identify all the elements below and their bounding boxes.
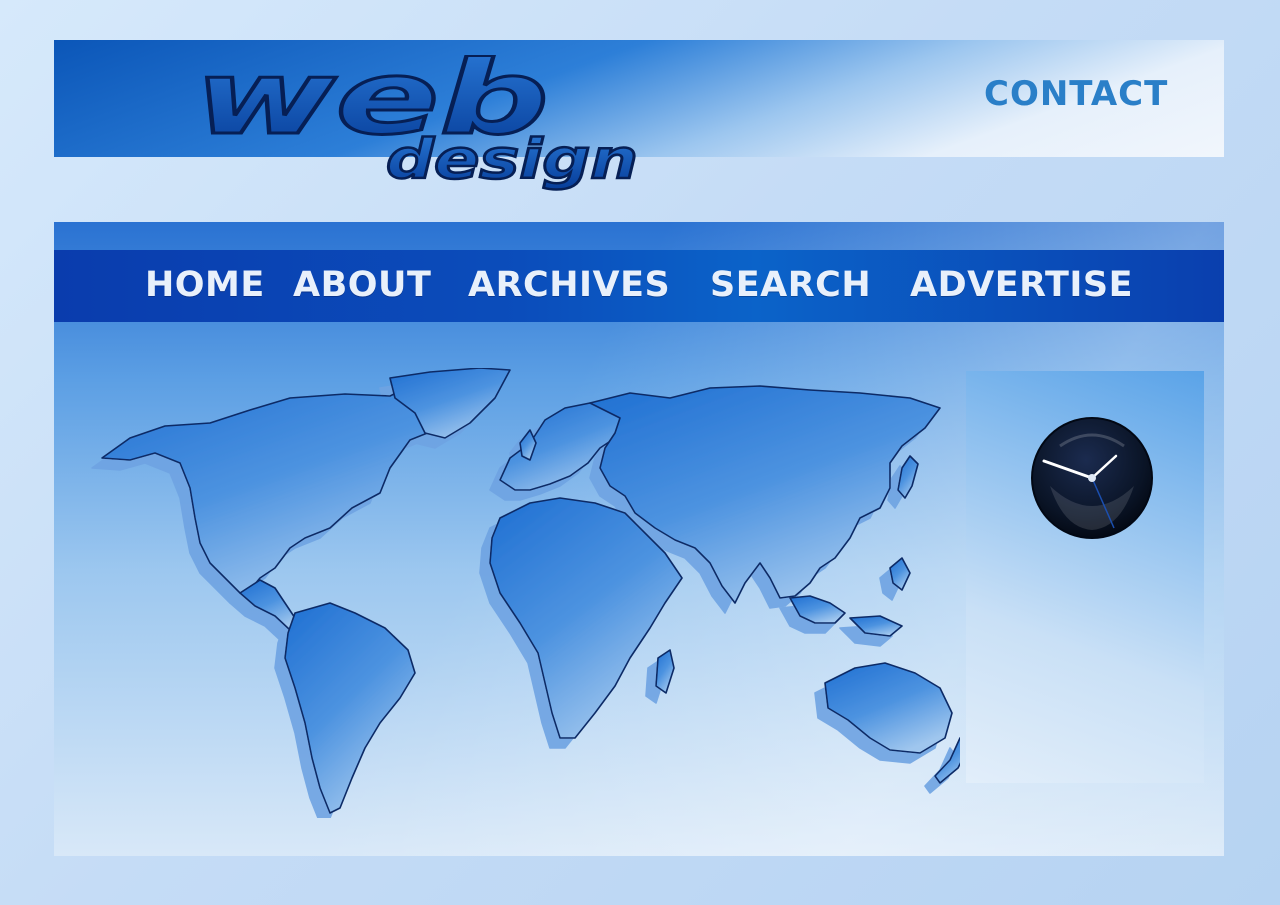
world-map-icon [101,368,960,814]
nav-bar: HOME ABOUT ARCHIVES SEARCH ADVERTISE [54,250,1224,322]
main-panel: HOME ABOUT ARCHIVES SEARCH ADVERTISE [54,222,1224,856]
nav-item-archives[interactable]: ARCHIVES [468,265,670,305]
nav-item-search[interactable]: SEARCH [710,265,871,305]
nav-item-advertise[interactable]: ADVERTISE [910,265,1133,305]
logo-line2: design [386,128,638,191]
site-logo[interactable]: web design [190,55,660,205]
web-design-logo-icon: web design [193,55,640,192]
clock-icon [1031,417,1153,539]
contact-link[interactable]: CONTACT [984,74,1168,114]
side-panel [966,371,1204,783]
nav-item-home[interactable]: HOME [145,265,265,305]
nav-item-about[interactable]: ABOUT [293,265,431,305]
